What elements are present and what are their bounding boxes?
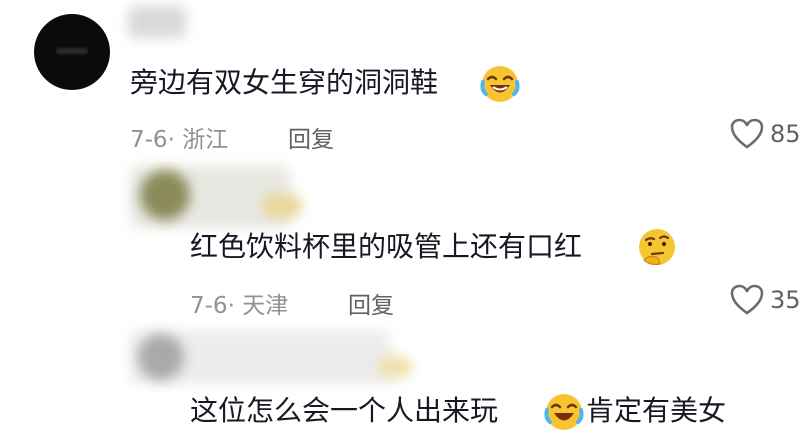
reply-button[interactable]: 回复	[348, 286, 394, 320]
like-count: 85	[770, 120, 801, 148]
blurred-decoration	[378, 356, 412, 378]
username-blurred[interactable]	[128, 6, 186, 38]
reply-button[interactable]: 回复	[288, 120, 334, 154]
comment-text: 旁边有双女生穿的洞洞鞋	[130, 66, 439, 99]
comment-text: 这位怎么会一个人出来玩	[190, 394, 499, 427]
avatar[interactable]	[34, 14, 110, 90]
comment-text: 红色饮料杯里的吸管上还有口红	[190, 230, 583, 263]
thinking-emoji-icon	[636, 226, 678, 268]
comment-date-location: 7-6· 天津	[190, 293, 289, 319]
comment-date-location: 7-6· 浙江	[130, 127, 229, 153]
comment-text-continued: 肯定有美女	[586, 394, 727, 427]
laughing-crying-emoji-icon	[480, 64, 520, 104]
laughing-crying-emoji-icon	[544, 392, 584, 432]
like-count: 35	[770, 286, 801, 314]
heart-icon[interactable]	[730, 118, 764, 150]
avatar[interactable]	[140, 170, 190, 220]
heart-icon[interactable]	[730, 284, 764, 316]
avatar[interactable]	[138, 334, 184, 380]
blurred-decoration	[262, 194, 302, 218]
